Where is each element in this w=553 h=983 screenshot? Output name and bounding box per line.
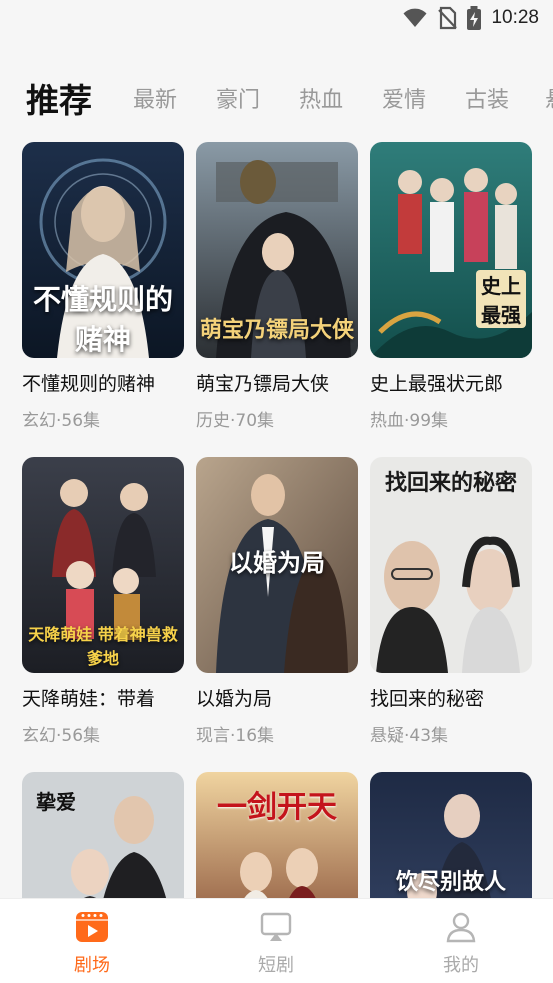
drama-title: 萌宝乃镖局大侠 [196,373,330,395]
status-bar: 10:28 [0,0,553,38]
drama-poster[interactable]: 以婚为局 [196,457,358,673]
cast-screen-icon [260,912,292,941]
theater-icon [76,912,108,942]
drama-card[interactable]: 一剑开天 [196,772,358,898]
status-time: 10:28 [491,7,539,28]
nav-item-profile[interactable]: 我的 [406,911,516,977]
drama-meta: 玄幻·56集 [22,411,101,431]
drama-poster[interactable]: 天降萌娃 带着神兽救爹地 [22,457,184,673]
poster-title-text: 天降萌娃 带着神兽救爹地 [28,625,178,668]
drama-title: 找回来的秘密 [370,688,485,710]
drama-title: 天降萌娃：带着 [22,688,156,710]
poster-title-text: 挚爱 [36,790,76,814]
category-tabs: 推荐 最新 豪门 热血 爱情 古装 悬 [0,76,553,126]
drama-meta: 热血·99集 [370,411,449,431]
drama-title: 史上最强状元郎 [370,373,504,395]
poster-title-text: 以婚为局 [229,548,325,577]
poster-title-text: 史上最强 [476,270,526,328]
tab-wealthy[interactable]: 豪门 [216,76,260,126]
drama-poster[interactable]: 挚爱 [22,772,184,898]
drama-poster[interactable]: 不懂规则的赌神 [22,142,184,358]
drama-card[interactable]: 以婚为局 以婚为局 现言·16集 [196,457,358,746]
drama-card[interactable]: 找回来的秘密 找回来的秘密 悬疑·43集 [370,457,532,746]
nav-label: 我的 [443,955,479,976]
drama-poster[interactable]: 萌宝乃镖局大侠 [196,142,358,358]
poster-title-text: 萌宝乃镖局大侠 [199,317,354,343]
nav-label: 短剧 [258,955,294,976]
status-icons: 10:28 [403,6,539,30]
tab-partial[interactable]: 悬 [545,76,553,126]
drama-card[interactable]: 天降萌娃 带着神兽救爹地 天降萌娃：带着 玄幻·56集 [22,457,184,746]
drama-card[interactable]: 史上最强 史上最强状元郎 热血·99集 [370,142,532,431]
poster-title-text: 找回来的秘密 [384,470,517,496]
tab-recommend[interactable]: 推荐 [26,76,92,126]
drama-poster[interactable]: 一剑开天 [196,772,358,898]
nav-item-short-drama[interactable]: 短剧 [221,911,331,977]
nav-item-theater[interactable]: 剧场 [37,911,147,977]
drama-poster[interactable]: 史上最强 [370,142,532,358]
drama-poster[interactable]: 饮尽别故人 [370,772,532,898]
drama-card[interactable]: 挚爱 [22,772,184,898]
drama-card[interactable]: 萌宝乃镖局大侠 萌宝乃镖局大侠 历史·70集 [196,142,358,431]
tab-latest[interactable]: 最新 [133,76,177,126]
drama-grid: 不懂规则的赌神 不懂规则的赌神 玄幻·56集 萌宝乃镖局大侠 萌宝乃镖局大侠 历… [0,142,553,898]
drama-meta: 玄幻·56集 [22,726,101,746]
drama-meta: 历史·70集 [196,411,275,431]
drama-card[interactable]: 不懂规则的赌神 不懂规则的赌神 玄幻·56集 [22,142,184,431]
poster-title-text: 饮尽别故人 [395,869,506,895]
wifi-icon [403,8,427,27]
poster-title-text: 不懂规则的赌神 [32,283,173,356]
bottom-nav: 剧场 短剧 我的 [0,898,553,983]
drama-title: 不懂规则的赌神 [22,373,156,395]
drama-meta: 悬疑·43集 [370,726,449,746]
drama-card[interactable]: 饮尽别故人 [370,772,532,898]
tab-action[interactable]: 热血 [299,76,343,126]
battery-charging-icon [467,6,482,30]
nav-label: 剧场 [74,955,110,976]
tab-romance[interactable]: 爱情 [382,76,426,126]
drama-meta: 现言·16集 [196,726,275,746]
drama-title: 以婚为局 [196,688,273,710]
profile-icon [446,912,476,943]
drama-poster[interactable]: 找回来的秘密 [370,457,532,673]
no-sim-icon [438,6,458,30]
poster-title-text: 一剑开天 [217,790,337,825]
tab-costume[interactable]: 古装 [465,76,509,126]
